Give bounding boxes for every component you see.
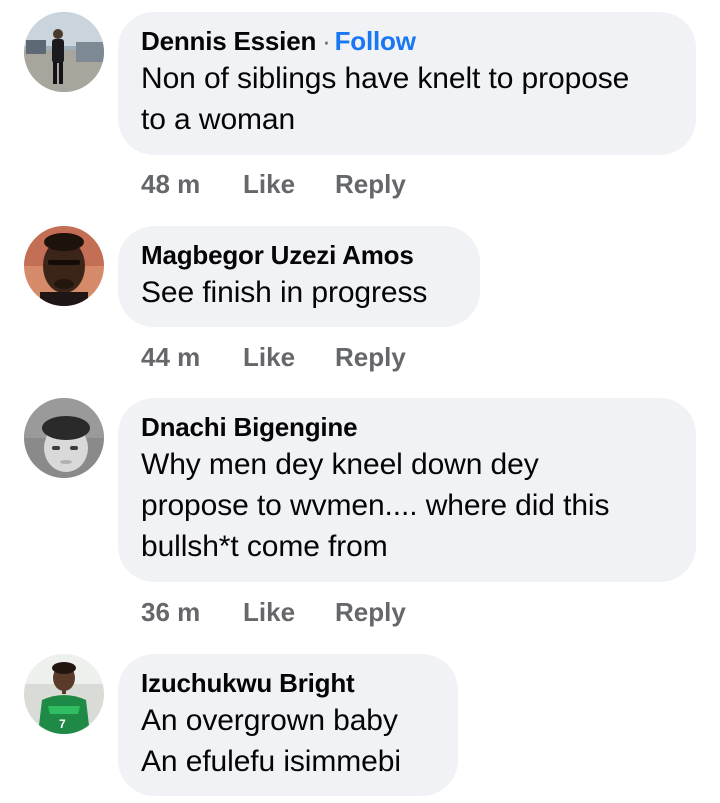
avatar[interactable] bbox=[24, 226, 104, 306]
like-button[interactable]: Like bbox=[243, 594, 335, 630]
like-button[interactable]: Like bbox=[243, 166, 335, 202]
comment-bubble: Magbegor Uzezi Amos See finish in progre… bbox=[118, 226, 480, 327]
reply-button[interactable]: Reply bbox=[335, 166, 406, 202]
comment-text-line: An efulefu isimmebi bbox=[141, 745, 401, 778]
comment-text-line: See finish in progress bbox=[141, 276, 428, 309]
comment-timestamp: 48 m bbox=[141, 169, 201, 199]
comment-text-line: bullsh*t come from bbox=[141, 530, 388, 563]
svg-text:7: 7 bbox=[59, 717, 66, 731]
comment-bubble: Dennis Essien · Follow Non of siblings hav… bbox=[118, 12, 696, 155]
comment-actions: 48 m Like Reply bbox=[141, 166, 406, 202]
separator-dot: · bbox=[322, 26, 331, 56]
avatar-photo-man-in-suit bbox=[24, 12, 104, 92]
comment-text-line: propose to wvmen.... where did this bbox=[141, 489, 610, 522]
comment-author[interactable]: Dnachi Bigengine bbox=[141, 412, 358, 442]
reply-button[interactable]: Reply bbox=[335, 594, 406, 630]
like-button[interactable]: Like bbox=[243, 339, 335, 375]
reply-button[interactable]: Reply bbox=[335, 339, 406, 375]
comment-actions: 36 m Like Reply bbox=[141, 594, 406, 630]
avatar[interactable] bbox=[24, 398, 104, 478]
comment-bubble: Izuchukwu Bright An overgrown baby An ef… bbox=[118, 654, 458, 796]
comment-author[interactable]: Dennis Essien bbox=[141, 26, 316, 56]
avatar-photo-man bbox=[24, 226, 104, 306]
comment-author[interactable]: Magbegor Uzezi Amos bbox=[141, 240, 414, 270]
follow-button[interactable]: Follow bbox=[335, 26, 416, 56]
avatar-photo-grayscale-man bbox=[24, 398, 104, 478]
avatar[interactable]: 7 bbox=[24, 654, 104, 734]
comment-timestamp: 36 m bbox=[141, 597, 201, 627]
comment-actions: 44 m Like Reply bbox=[141, 339, 406, 375]
comment-text-line: Non of siblings have knelt to propose bbox=[141, 62, 630, 95]
avatar[interactable] bbox=[24, 12, 104, 92]
avatar-photo-man-in-jersey: 7 bbox=[24, 654, 104, 734]
comment-text-line: Why men dey kneel down dey bbox=[141, 448, 539, 481]
comment-bubble: Dnachi Bigengine Why men dey kneel down … bbox=[118, 398, 696, 582]
comment-author[interactable]: Izuchukwu Bright bbox=[141, 668, 355, 698]
comment-timestamp: 44 m bbox=[141, 342, 201, 372]
comment-text-line: to a woman bbox=[141, 103, 296, 136]
comment-text-line: An overgrown baby bbox=[141, 704, 398, 737]
